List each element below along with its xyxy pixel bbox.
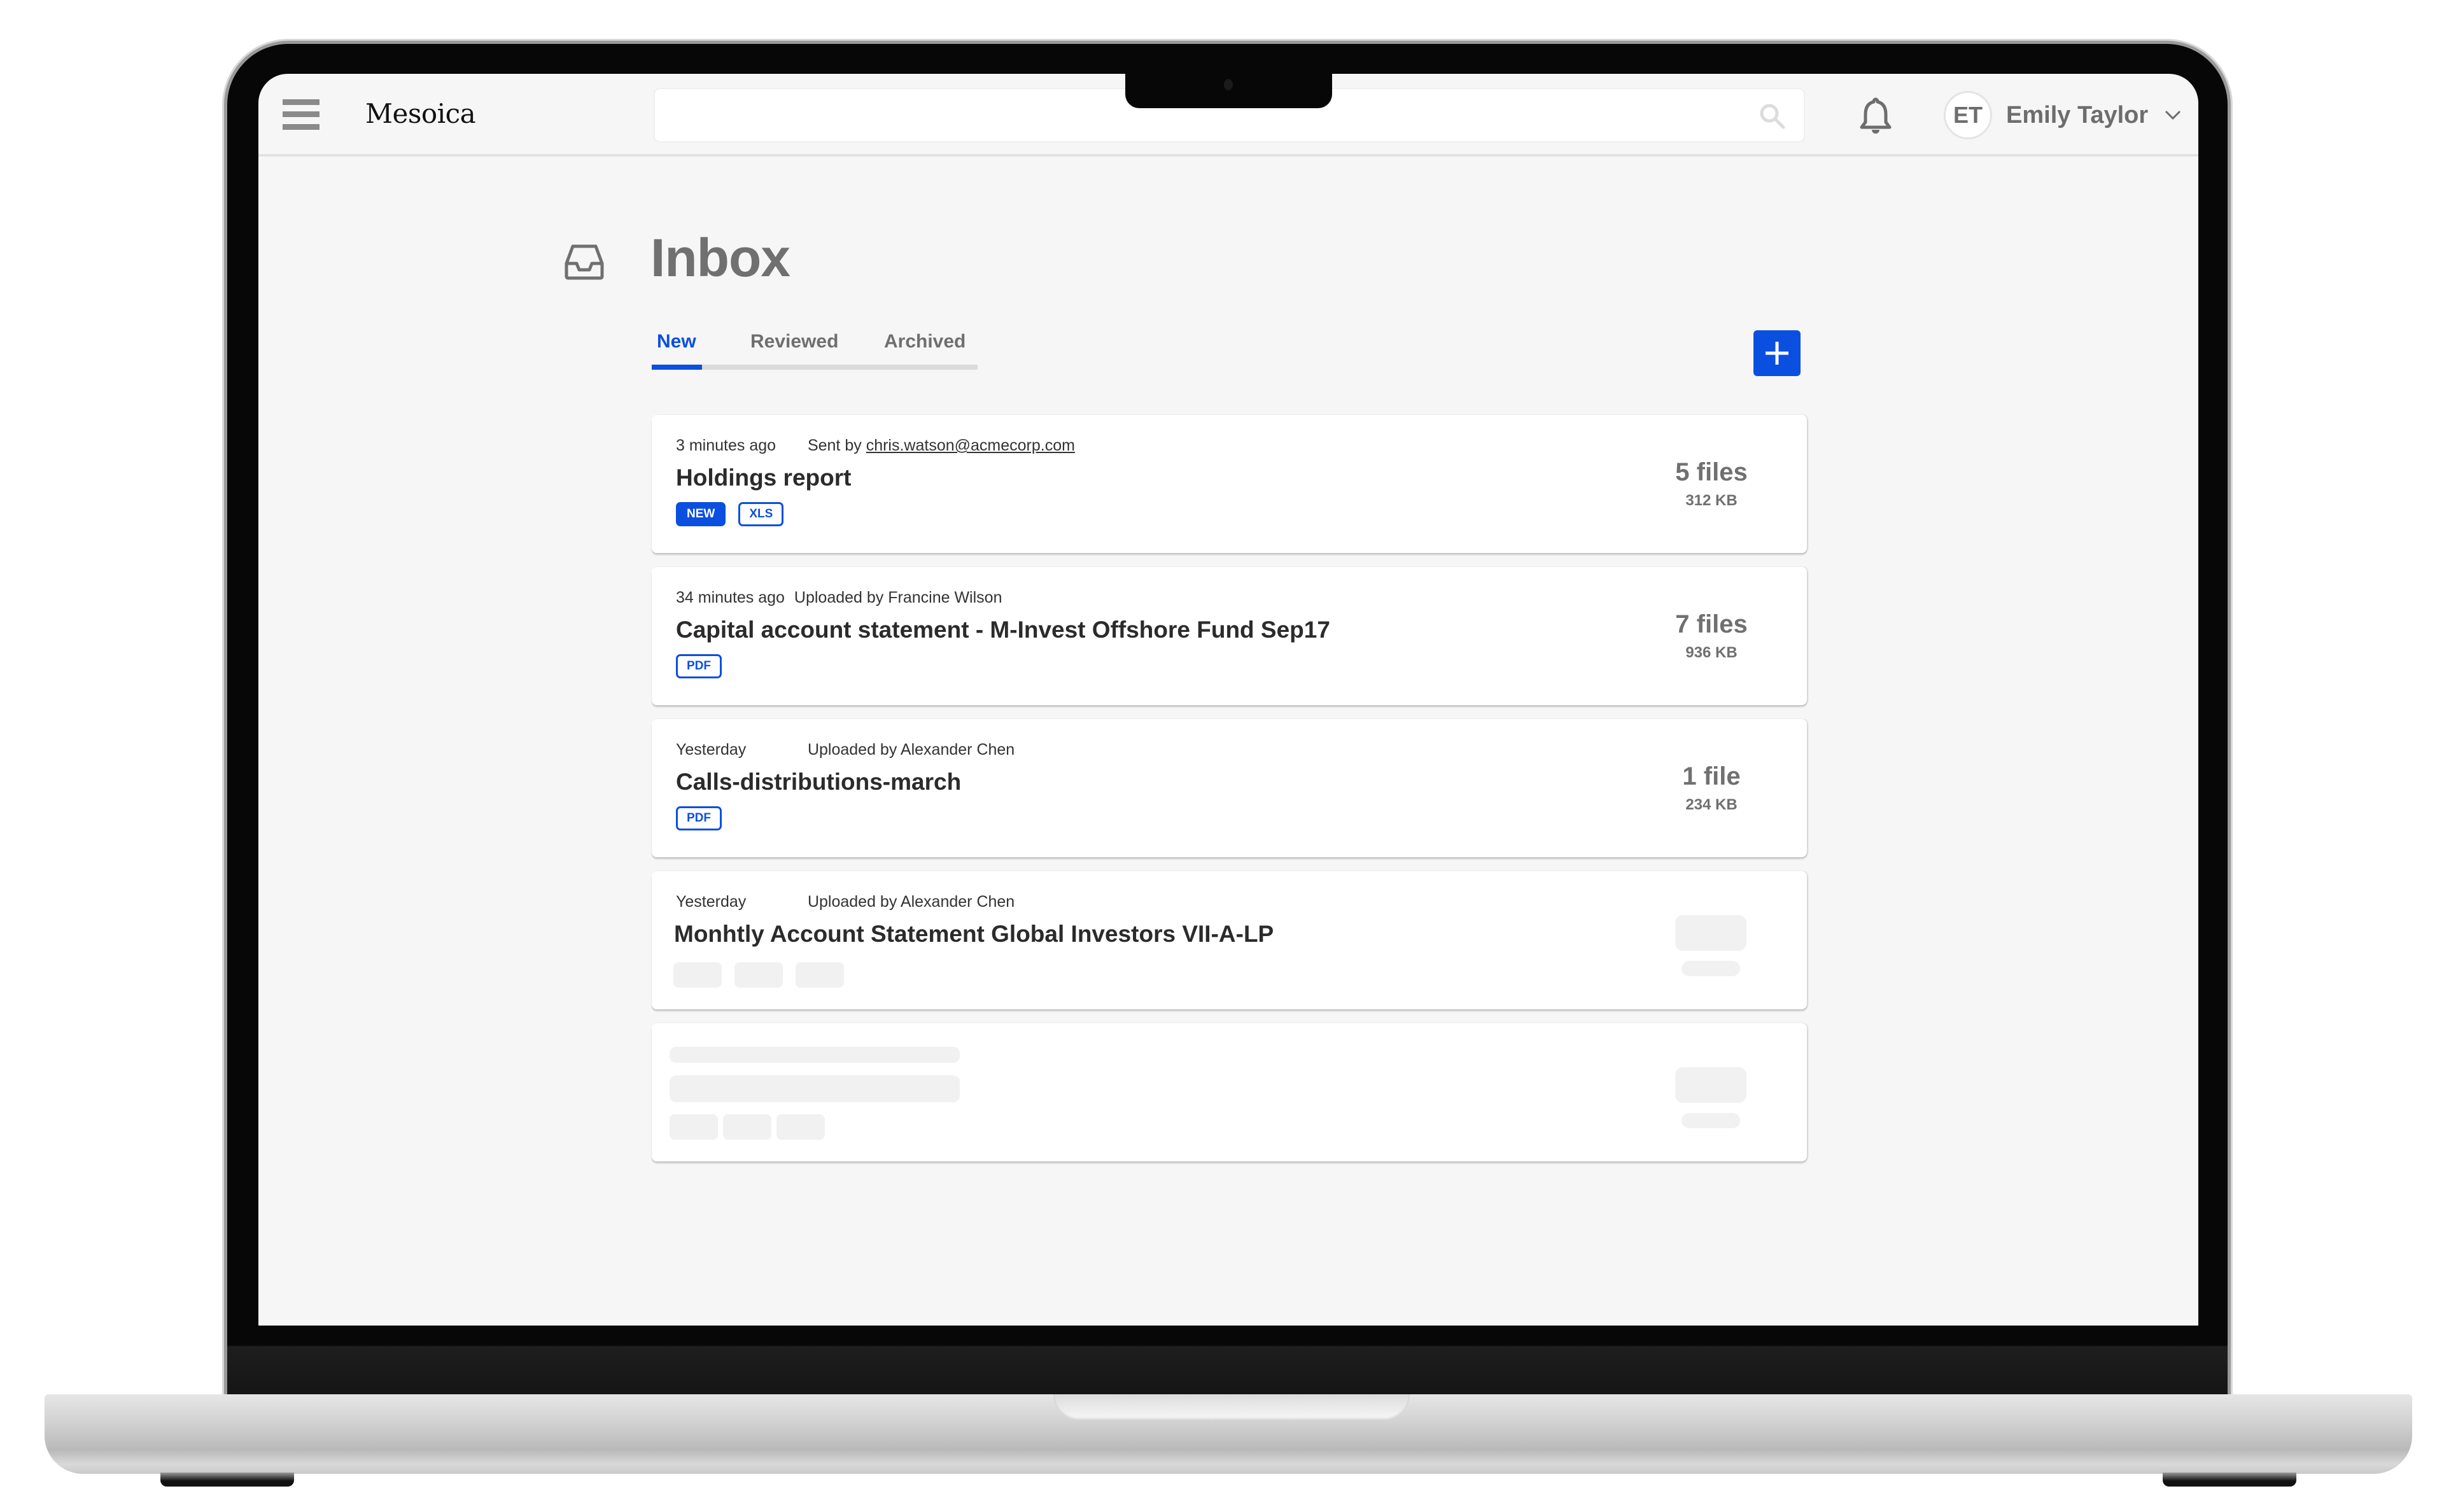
camera-notch: [1125, 74, 1332, 108]
skeleton-badge: [723, 1114, 771, 1140]
file-size: 312 KB: [1685, 492, 1738, 509]
item-files: 1 file 234 KB: [1641, 762, 1781, 814]
item-meta: Yesterday Uploaded by Alexander Chen: [676, 741, 1015, 759]
inbox-item[interactable]: Yesterday Uploaded by Alexander Chen Cal…: [652, 719, 1807, 857]
user-menu[interactable]: ET Emily Taylor: [1944, 88, 2181, 142]
tab-new[interactable]: New: [657, 331, 696, 353]
file-count: 5 files: [1675, 458, 1748, 486]
file-type-badge: XLS: [738, 502, 784, 526]
inbox-item-loading[interactable]: Yesterday Uploaded by Alexander Chen Mon…: [652, 871, 1807, 1009]
item-sender-prefix: Uploaded by: [794, 589, 884, 606]
user-name[interactable]: Emily Taylor: [2006, 102, 2148, 129]
item-sender: Alexander Chen: [900, 741, 1015, 759]
skeleton-file-size: [1682, 1113, 1740, 1128]
item-title[interactable]: Monhtly Account Statement Global Investo…: [674, 921, 1274, 948]
search-icon[interactable]: [1758, 102, 1786, 130]
tab-reviewed[interactable]: Reviewed: [750, 331, 838, 353]
skeleton-badge: [734, 962, 783, 988]
bell-icon[interactable]: [1858, 97, 1893, 135]
file-type-badge: PDF: [676, 654, 722, 678]
laptop-lid-opening: [1053, 1394, 1410, 1420]
inbox-item-loading[interactable]: [652, 1023, 1807, 1161]
item-files: 5 files 312 KB: [1641, 458, 1781, 510]
camera-icon: [1224, 79, 1233, 90]
item-time: 3 minutes ago: [676, 437, 776, 454]
item-meta: 34 minutes ago Uploaded by Francine Wils…: [676, 589, 1002, 607]
item-badges: PDF: [676, 654, 722, 678]
skeleton-badge: [673, 962, 722, 988]
file-count: 1 file: [1682, 762, 1741, 790]
item-sender: Alexander Chen: [900, 893, 1015, 911]
item-badges: NEW XLS: [676, 502, 784, 526]
file-size: 936 KB: [1685, 644, 1738, 661]
app-logo[interactable]: Mesoica: [365, 98, 476, 129]
file-size: 234 KB: [1685, 796, 1738, 813]
page-title: Inbox: [650, 228, 790, 288]
skeleton-title: [670, 1075, 960, 1102]
sender-email-link[interactable]: chris.watson@acmecorp.com: [866, 437, 1075, 454]
laptop-foot: [2163, 1473, 2296, 1487]
laptop-bezel-bottom: [227, 1326, 2228, 1396]
file-type-badge: PDF: [676, 806, 722, 830]
item-title[interactable]: Capital account statement - M-Invest Off…: [676, 617, 1330, 643]
add-button[interactable]: [1753, 330, 1801, 376]
avatar[interactable]: ET: [1944, 91, 1992, 139]
item-time: Yesterday: [676, 893, 747, 911]
new-badge: NEW: [676, 502, 726, 526]
tab-active-indicator: [652, 365, 702, 370]
tab-bar: New Reviewed Archived: [652, 326, 978, 371]
item-time: Yesterday: [676, 741, 747, 759]
skeleton-meta: [670, 1047, 960, 1063]
item-sender-prefix: Sent by: [807, 437, 862, 454]
screen: Mesoica ET Emily Taylor Inbox New Review…: [258, 74, 2198, 1326]
item-badges: PDF: [676, 806, 722, 830]
plus-icon: [1766, 342, 1788, 365]
laptop-foot: [160, 1473, 294, 1487]
skeleton-badge: [776, 1114, 825, 1140]
item-time: 34 minutes ago: [676, 589, 785, 606]
tab-archived[interactable]: Archived: [884, 331, 966, 353]
inbox-list: 3 minutes ago Sent by chris.watson@acmec…: [652, 415, 1807, 1175]
inbox-item[interactable]: 3 minutes ago Sent by chris.watson@acmec…: [652, 415, 1807, 553]
inbox-tray-icon: [565, 244, 604, 280]
chevron-down-icon[interactable]: [2165, 110, 2181, 120]
item-meta: 3 minutes ago Sent by chris.watson@acmec…: [676, 437, 1075, 455]
skeleton-file-count: [1675, 915, 1746, 951]
skeleton-badge: [670, 1114, 718, 1140]
inbox-item[interactable]: 34 minutes ago Uploaded by Francine Wils…: [652, 567, 1807, 705]
skeleton-badge: [796, 962, 844, 988]
item-meta: Yesterday Uploaded by Alexander Chen: [676, 893, 1015, 911]
item-files: 7 files 936 KB: [1641, 610, 1781, 662]
item-title[interactable]: Calls-distributions-march: [676, 769, 961, 795]
skeleton-file-size: [1682, 961, 1740, 976]
file-count: 7 files: [1675, 610, 1748, 638]
skeleton-file-count: [1675, 1067, 1746, 1103]
item-sender-prefix: Uploaded by: [807, 741, 897, 759]
hamburger-icon[interactable]: [283, 99, 320, 130]
item-title[interactable]: Holdings report: [676, 465, 851, 491]
item-sender: Francine Wilson: [888, 589, 1002, 606]
item-sender-prefix: Uploaded by: [807, 893, 897, 911]
